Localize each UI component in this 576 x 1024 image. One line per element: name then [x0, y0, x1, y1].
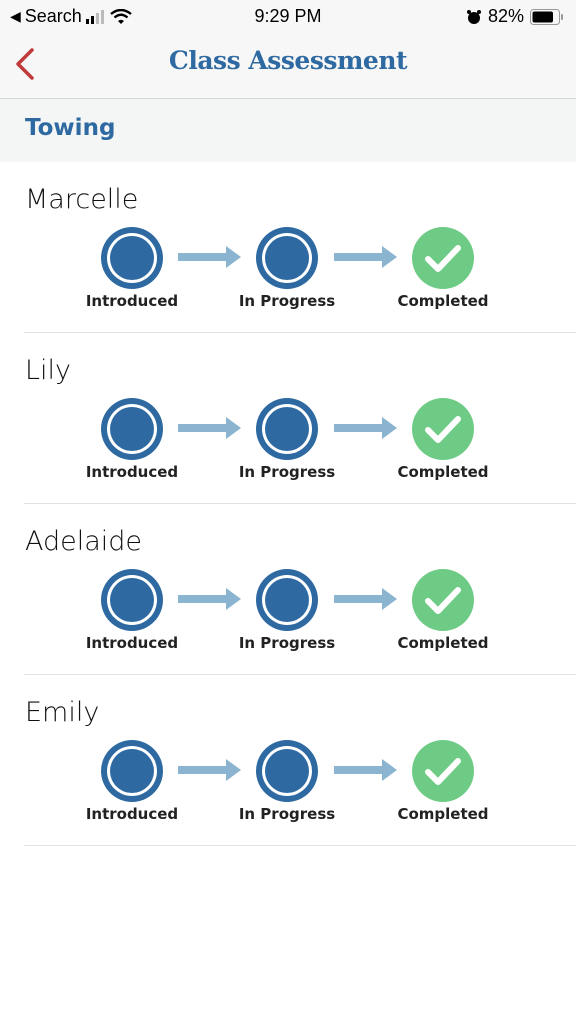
step-label: Completed: [397, 463, 489, 481]
alarm-icon: [466, 9, 481, 24]
step-completed[interactable]: Completed: [388, 226, 498, 310]
checkmark-circle-icon: [412, 227, 474, 289]
step-label: Completed: [397, 634, 489, 652]
page-title: Class Assessment: [168, 46, 408, 75]
step-in-progress[interactable]: In Progress: [232, 739, 342, 823]
step-introduced[interactable]: Introduced: [77, 397, 187, 481]
step-label: Completed: [397, 805, 489, 823]
circle-status-icon: [256, 227, 318, 289]
circle-status-icon: [101, 398, 163, 460]
circle-status-icon: [101, 569, 163, 631]
step-label: In Progress: [238, 292, 336, 310]
student-row: Emily Introduced In Progress Completed: [0, 675, 576, 846]
checkmark-circle-icon: [412, 398, 474, 460]
student-row: Lily Introduced In Progress Completed: [0, 333, 576, 504]
step-in-progress[interactable]: In Progress: [232, 568, 342, 652]
step-label: Introduced: [85, 292, 179, 310]
step-label: In Progress: [238, 463, 336, 481]
battery-percent: 82%: [487, 6, 524, 26]
step-label: In Progress: [238, 634, 336, 652]
step-label: Introduced: [85, 805, 179, 823]
section-header: Towing: [0, 99, 576, 162]
step-completed[interactable]: Completed: [388, 739, 498, 823]
step-label: Completed: [397, 292, 489, 310]
step-label: Introduced: [85, 463, 179, 481]
circle-status-icon: [256, 569, 318, 631]
student-name: Adelaide: [25, 526, 143, 557]
checkmark-circle-icon: [412, 740, 474, 802]
navigation-bar: Class Assessment: [0, 34, 576, 99]
circle-status-icon: [101, 740, 163, 802]
student-row: Adelaide Introduced In Progress Complete…: [0, 504, 576, 675]
step-completed[interactable]: Completed: [388, 568, 498, 652]
checkmark-circle-icon: [412, 569, 474, 631]
circle-status-icon: [101, 227, 163, 289]
step-label: Introduced: [85, 634, 179, 652]
step-in-progress[interactable]: In Progress: [232, 397, 342, 481]
battery-icon: [530, 8, 563, 25]
circle-status-icon: [256, 740, 318, 802]
student-row: Marcelle Introduced In Progress Complete…: [0, 162, 576, 333]
student-name: Emily: [25, 697, 100, 728]
student-name: Marcelle: [25, 184, 139, 215]
step-introduced[interactable]: Introduced: [77, 226, 187, 310]
student-name: Lily: [25, 355, 72, 386]
circle-status-icon: [256, 398, 318, 460]
status-bar: ◀ Search 9:29 PM 82%: [0, 0, 576, 34]
step-introduced[interactable]: Introduced: [77, 568, 187, 652]
step-in-progress[interactable]: In Progress: [232, 226, 342, 310]
row-divider: [24, 845, 576, 846]
status-right: 82%: [466, 6, 564, 27]
section-title: Towing: [25, 115, 116, 141]
step-label: In Progress: [238, 805, 336, 823]
step-introduced[interactable]: Introduced: [77, 739, 187, 823]
step-completed[interactable]: Completed: [388, 397, 498, 481]
